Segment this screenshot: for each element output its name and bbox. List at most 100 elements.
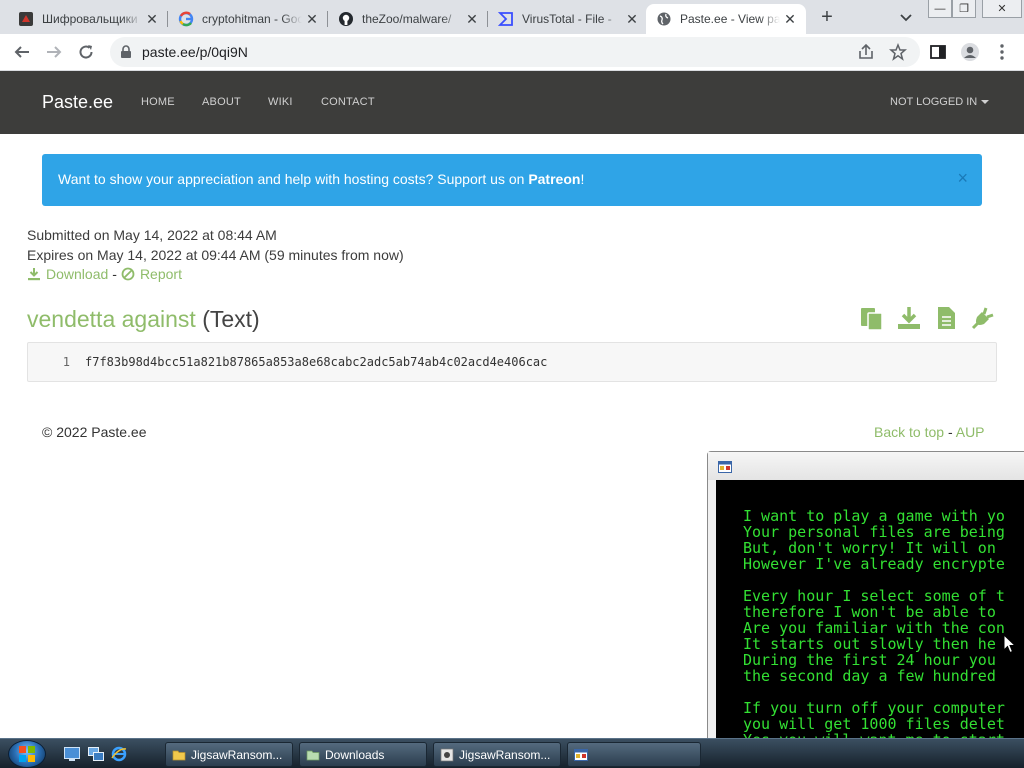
globe-icon: [656, 11, 672, 27]
window-app-icon: [718, 460, 732, 473]
show-desktop-icon[interactable]: [64, 746, 80, 762]
nav-contact-link[interactable]: CONTACT: [321, 96, 375, 108]
banner-suffix: !: [580, 171, 585, 187]
browser-tab[interactable]: VirusTotal - File - ✕: [488, 4, 648, 34]
line-number: 1: [62, 355, 70, 369]
tab-title: VirusTotal - File -: [522, 12, 612, 26]
tab-title: theZoo/malware/: [362, 12, 452, 26]
window-minimize-button[interactable]: —: [928, 0, 952, 18]
browser-toolbar: paste.ee/p/0qi9N: [0, 34, 1024, 71]
plug-icon[interactable]: [969, 304, 996, 331]
taskbar-button[interactable]: [567, 742, 701, 767]
ransom-window-titlebar[interactable]: [708, 452, 1024, 480]
copyright: © 2022 Paste.ee: [42, 424, 147, 440]
github-icon: [338, 11, 354, 27]
back-arrow-icon[interactable]: [12, 42, 32, 62]
tab-close-icon[interactable]: ✕: [464, 11, 480, 27]
browser-tab-active[interactable]: Paste.ee - View paste ✕: [646, 4, 806, 34]
tab-title: Paste.ee - View paste: [680, 12, 780, 26]
nav-home-link[interactable]: HOME: [141, 96, 175, 108]
aup-link[interactable]: AUP: [956, 424, 985, 440]
banner-message: Want to show your appreciation and help …: [58, 171, 529, 187]
banner-close-button[interactable]: ×: [957, 168, 968, 189]
reload-icon[interactable]: [76, 42, 96, 62]
account-dropdown[interactable]: NOT LOGGED IN: [890, 96, 990, 108]
tab-close-icon[interactable]: ✕: [144, 11, 160, 27]
mouse-pointer-icon: [1003, 633, 1017, 654]
tab-close-icon[interactable]: ✕: [782, 11, 798, 27]
download-label: Download: [46, 266, 109, 282]
taskbar-button[interactable]: Downloads: [299, 742, 427, 767]
browser-tab[interactable]: theZoo/malware/ ✕: [328, 4, 488, 34]
report-label: Report: [139, 266, 182, 282]
profile-avatar-icon[interactable]: [960, 42, 980, 62]
menu-kebab-icon[interactable]: [992, 42, 1012, 62]
program-icon: [440, 748, 454, 761]
download-link[interactable]: Download: [27, 266, 108, 282]
tab-close-icon[interactable]: ✕: [304, 11, 320, 27]
paste-content[interactable]: 1 f7f83b98d4bcc51a821b87865a853a8e68cabc…: [27, 342, 997, 382]
side-panel-icon[interactable]: [928, 42, 948, 62]
separator: -: [112, 266, 117, 282]
browser-tab[interactable]: Шифровальщики ✕: [8, 4, 168, 34]
tab-title: Шифровальщики: [42, 12, 138, 26]
paste-name: vendetta against: [27, 306, 196, 332]
tab-title: cryptohitman - Google: [202, 12, 302, 26]
site-brand-link[interactable]: Paste.ee: [42, 92, 113, 113]
footer-links: Back to top - AUP: [874, 424, 985, 440]
paste-title: vendetta against (Text): [27, 306, 260, 333]
site-navbar: Paste.ee HOME ABOUT WIKI CONTACT NOT LOG…: [0, 71, 1024, 134]
address-bar[interactable]: paste.ee/p/0qi9N: [110, 37, 920, 67]
nav-wiki-link[interactable]: WIKI: [268, 96, 293, 108]
copy-icon[interactable]: [858, 304, 885, 331]
report-link[interactable]: Report: [121, 266, 182, 282]
banner-text: Want to show your appreciation and help …: [58, 171, 584, 187]
separator: -: [947, 424, 953, 440]
browser-tab[interactable]: cryptohitman - Google ✕: [168, 4, 328, 34]
ban-icon: [121, 267, 135, 281]
ransom-note-window[interactable]: I want to play a game with yo Your perso…: [707, 451, 1024, 768]
internet-explorer-icon[interactable]: [111, 746, 127, 762]
support-banner: Want to show your appreciation and help …: [42, 154, 982, 206]
virustotal-icon: [498, 11, 514, 27]
window-close-button[interactable]: ✕: [982, 0, 1022, 18]
ransom-site-icon: [18, 11, 34, 27]
new-tab-button[interactable]: +: [816, 7, 838, 29]
account-label: NOT LOGGED IN: [890, 96, 978, 108]
paste-type: (Text): [202, 306, 260, 332]
taskbar-button[interactable]: JigsawRansom...: [165, 742, 293, 767]
taskbar-button-label: Downloads: [325, 747, 385, 762]
expires-date: Expires on May 14, 2022 at 09:44 AM (59 …: [27, 247, 404, 263]
back-to-top-link[interactable]: Back to top: [874, 424, 944, 440]
code-line[interactable]: f7f83b98d4bcc51a821b87865a853a8e68cabc2a…: [85, 355, 547, 369]
nav-about-link[interactable]: ABOUT: [202, 96, 241, 108]
browser-tab-strip: Шифровальщики ✕ cryptohitman - Google ✕ …: [0, 0, 1024, 34]
window-maximize-button[interactable]: ❐: [952, 0, 976, 18]
folder-icon: [172, 750, 186, 760]
taskbar-button[interactable]: JigsawRansom...: [433, 742, 561, 767]
paste-actions: Download - Report: [27, 266, 182, 282]
ransom-note-body: I want to play a game with yo Your perso…: [716, 480, 1024, 768]
forward-arrow-icon[interactable]: [44, 42, 64, 62]
taskbar-button-label: JigsawRansom...: [191, 747, 283, 762]
folder-icon: [306, 750, 320, 760]
taskbar-button-label: JigsawRansom...: [459, 747, 551, 762]
caret-down-icon: [981, 100, 990, 105]
windows-logo-icon: [19, 746, 35, 762]
submitted-date: Submitted on May 14, 2022 at 08:44 AM: [27, 227, 277, 243]
switch-windows-icon[interactable]: [88, 746, 104, 762]
tab-search-chevron-icon[interactable]: [896, 8, 916, 28]
share-icon[interactable]: [856, 42, 876, 62]
address-url[interactable]: paste.ee/p/0qi9N: [142, 44, 248, 60]
paste-tools: [858, 304, 996, 331]
start-button[interactable]: [8, 740, 46, 768]
bookmark-star-icon[interactable]: [888, 42, 908, 62]
raw-document-icon[interactable]: [932, 304, 959, 331]
tab-close-icon[interactable]: ✕: [624, 11, 640, 27]
window-icon: [574, 748, 588, 761]
download-icon[interactable]: [895, 304, 922, 331]
google-icon: [178, 11, 194, 27]
lock-icon[interactable]: [120, 45, 132, 64]
download-icon: [28, 268, 40, 281]
patreon-link[interactable]: Patreon: [528, 171, 580, 187]
